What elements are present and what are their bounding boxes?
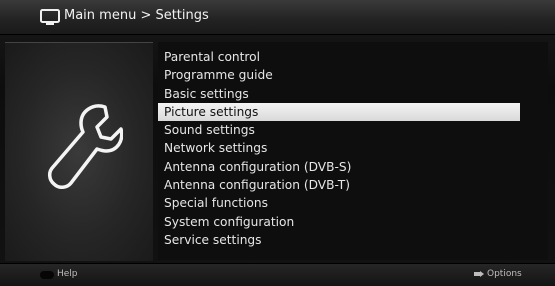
- menu-item[interactable]: Network settings: [158, 139, 548, 157]
- settings-screen: Main menu > Settings Parental control Pro…: [0, 0, 555, 286]
- help-button-icon[interactable]: [40, 271, 54, 279]
- menu-item[interactable]: Picture settings: [158, 102, 520, 122]
- wrench-icon: [48, 104, 123, 189]
- menu-item[interactable]: System configuration: [158, 213, 548, 231]
- options-label[interactable]: Options: [487, 269, 522, 279]
- menu-item[interactable]: Antenna configuration (DVB-S): [158, 158, 548, 176]
- menu-item[interactable]: Sound settings: [158, 121, 548, 139]
- menu-item[interactable]: Antenna configuration (DVB-T): [158, 176, 548, 194]
- page-title: Main menu > Settings: [64, 8, 209, 23]
- category-panel: [5, 42, 153, 261]
- menu-item[interactable]: Basic settings: [158, 85, 548, 103]
- footer-bar: Help Options: [0, 263, 555, 286]
- tv-icon: [40, 9, 60, 25]
- menu-item[interactable]: Programme guide: [158, 66, 548, 84]
- help-label[interactable]: Help: [57, 269, 78, 279]
- menu-item[interactable]: Service settings: [158, 231, 548, 249]
- menu-item[interactable]: Special functions: [158, 194, 548, 212]
- menu-list: Parental control Programme guide Basic set…: [158, 48, 548, 249]
- menu-item[interactable]: Parental control: [158, 48, 548, 66]
- header-bar: Main menu > Settings: [0, 0, 555, 35]
- settings-menu: Parental control Programme guide Basic set…: [158, 42, 548, 260]
- options-key-icon[interactable]: [474, 270, 484, 278]
